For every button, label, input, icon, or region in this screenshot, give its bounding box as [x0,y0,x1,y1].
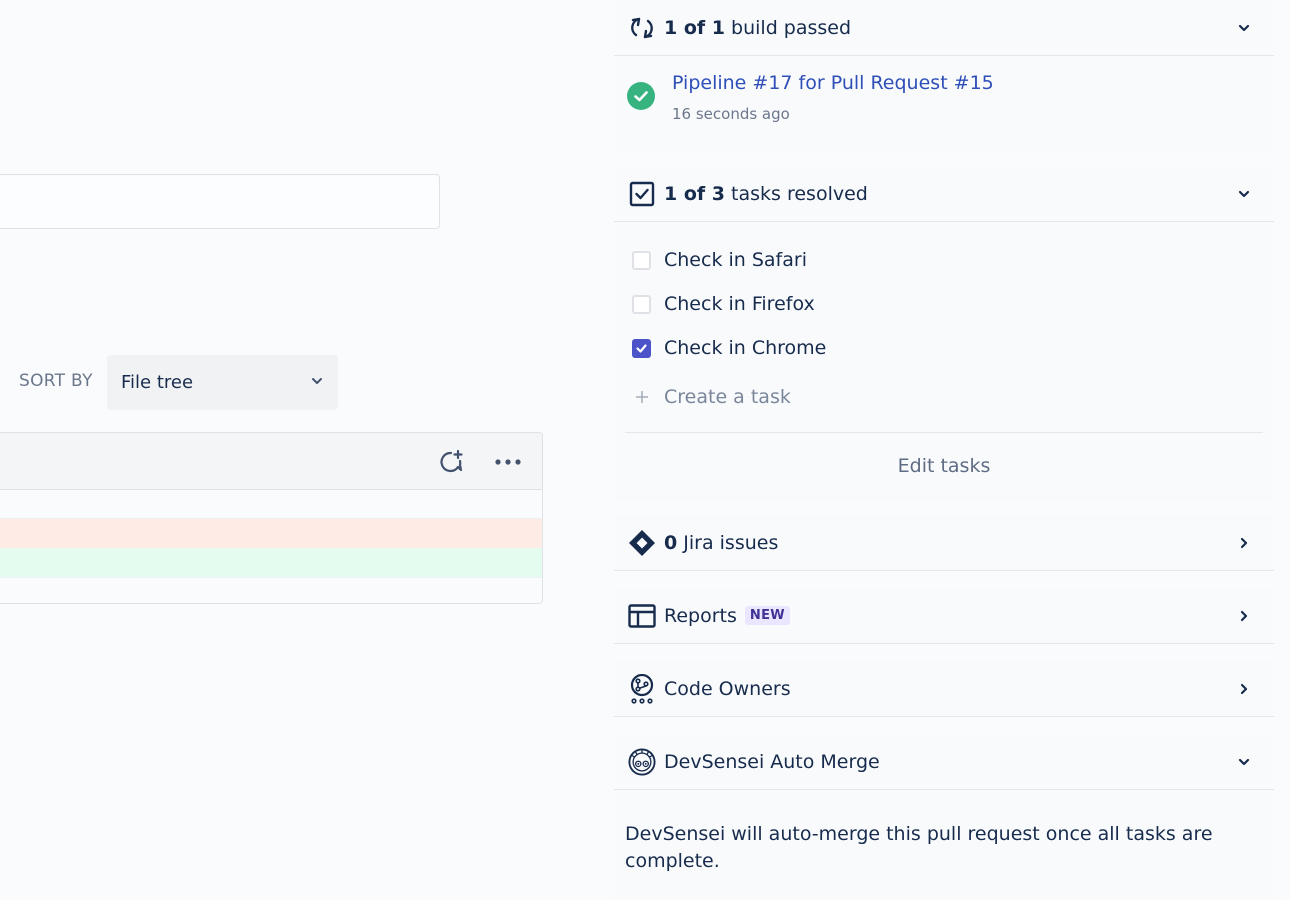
divider [625,432,1263,433]
pipeline-link[interactable]: Pipeline #17 for Pull Request #15 [672,72,994,94]
code-owners-title: Code Owners [664,677,791,700]
create-task-placeholder: Create a task [664,386,791,408]
add-comment-icon[interactable] [437,447,467,477]
builds-title: 1 of 1 build passed [664,16,852,39]
task-label: Check in Chrome [664,337,827,359]
divider [614,789,1274,790]
success-check-icon [627,82,655,110]
task-item[interactable]: Check in Firefox [632,293,815,315]
file-diff-card [0,432,543,604]
divider [614,55,1274,56]
tasks-title: 1 of 3 tasks resolved [664,182,868,205]
builds-header[interactable]: 1 of 1 build passed [614,0,1274,55]
diff-added-row [0,548,542,577]
task-checkbox[interactable] [632,338,651,358]
divider [614,221,1274,222]
jira-title: 0 Jira issues [664,531,779,554]
text-input-field[interactable] [0,174,440,229]
chevron-down-icon[interactable] [1236,186,1252,202]
divider [614,716,1274,717]
diff-removed-row [0,519,542,548]
new-badge: NEW [744,606,790,625]
task-label: Check in Firefox [664,293,815,315]
task-checkbox[interactable] [632,250,651,270]
task-label: Check in Safari [664,249,807,271]
task-item[interactable]: Check in Chrome [632,337,826,359]
code-owners-header[interactable]: Code Owners [614,661,1274,716]
jira-header[interactable]: 0 Jira issues [614,515,1274,570]
chevron-down-icon[interactable] [1236,754,1252,770]
tasks-header[interactable]: 1 of 3 tasks resolved [614,166,1274,221]
report-panel-icon [628,602,656,630]
devsensei-header[interactable]: DevSensei Auto Merge [614,734,1274,789]
devsensei-logo-icon [628,747,656,776]
chevron-right-icon[interactable] [1236,681,1252,697]
checkmark-icon [636,343,647,353]
plus-icon [632,391,651,403]
checkbox-task-icon [628,180,656,208]
reports-title: Reports [664,604,737,627]
edit-tasks-button[interactable]: Edit tasks [614,440,1274,492]
chevron-right-icon[interactable] [1236,608,1252,624]
sort-by-value: File tree [121,372,194,393]
code-owners-icon [628,673,656,704]
chevron-down-icon[interactable] [1236,20,1252,36]
task-checkbox[interactable] [632,294,651,314]
diff-context-row [0,577,542,603]
file-diff-header [0,433,542,490]
create-task-input[interactable]: Create a task [632,386,791,408]
more-options-icon[interactable] [493,447,523,477]
diff-context-row [0,490,542,519]
sync-icon [628,14,656,42]
task-item[interactable]: Check in Safari [632,249,807,271]
sort-by-label: SORT BY [19,371,93,391]
chevron-right-icon[interactable] [1236,535,1252,551]
devsensei-title: DevSensei Auto Merge [664,750,880,773]
devsensei-description: DevSensei will auto-merge this pull requ… [625,823,1213,872]
pipeline-timestamp: 16 seconds ago [672,105,790,123]
sort-by-select[interactable]: File tree [107,355,338,410]
jira-icon [628,529,656,557]
chevron-down-icon [310,372,324,393]
divider [614,643,1274,644]
divider [614,570,1274,571]
reports-header[interactable]: Reports NEW [614,588,1274,643]
